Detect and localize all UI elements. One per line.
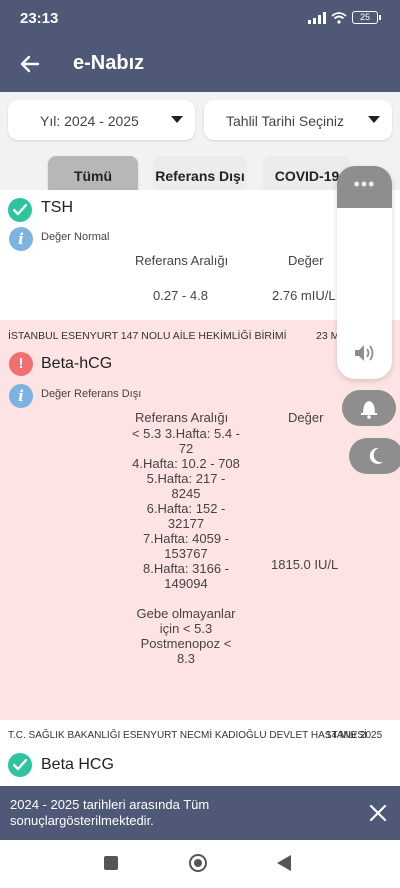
reference-line: için < 5.3 <box>159 621 213 636</box>
institution-name: T.C. SAĞLIK BAKANLIĞI ESENYURT NECMİ KAD… <box>8 730 367 741</box>
caret-down-icon <box>171 116 183 123</box>
reference-line <box>124 591 248 606</box>
ring-mode-button[interactable] <box>342 390 396 426</box>
reference-line: 32177 <box>167 516 205 531</box>
reference-line: Gebe olmayanlar <box>136 606 236 621</box>
status-icons: 25 <box>308 11 381 24</box>
status-text: Değer Normal <box>41 231 110 243</box>
reference-line: 8.Hafta: 3166 - <box>143 561 229 576</box>
result-value: 2.76 mIU/L <box>272 288 336 303</box>
page-title: e-Nabız <box>73 52 145 74</box>
reference-range: < 5.3 3.Hafta: 5.4 - 72 4.Hafta: 10.2 - … <box>124 426 248 666</box>
reference-line: 6.Hafta: 152 - <box>146 501 226 516</box>
value-header: Değer <box>288 253 324 268</box>
info-icon[interactable]: i <box>9 227 33 251</box>
reference-line: Postmenopoz < <box>140 636 232 651</box>
test-name: TSH <box>41 199 73 216</box>
reference-line: 153767 <box>164 546 208 561</box>
snackbar-message: 2024 - 2025 tarihleri arasında Tüm sonuç… <box>10 797 210 828</box>
result-date: 14 Mar 2025 <box>326 730 383 741</box>
status-text: Değer Referans Dışı <box>41 388 142 400</box>
wifi-icon <box>331 11 347 24</box>
warning-icon: ! <box>9 352 33 376</box>
test-name: Beta HCG <box>41 756 114 773</box>
test-name: Beta-hCG <box>41 355 113 372</box>
reference-line: 8245 <box>171 486 201 501</box>
status-time: 23:13 <box>20 10 59 27</box>
battery-icon: 25 <box>352 11 381 24</box>
caret-down-icon <box>368 116 380 123</box>
more-options-icon[interactable]: ••• <box>337 174 392 195</box>
volume-panel[interactable]: ••• <box>337 166 392 379</box>
reference-range: 0.27 - 4.8 <box>153 288 208 303</box>
reference-line: < 5.3 3.Hafta: 5.4 - <box>131 426 241 441</box>
back-button[interactable] <box>277 855 291 871</box>
result-card-beta-hcg[interactable]: İSTANBUL ESENYURT 147 NOLU AİLE HEKİMLİĞ… <box>0 320 400 720</box>
year-dropdown-label: Yıl: 2024 - 2025 <box>40 113 139 129</box>
system-nav-bar <box>0 840 400 888</box>
snackbar: 2024 - 2025 tarihleri arasında Tüm sonuç… <box>0 786 400 840</box>
reference-line: 8.3 <box>176 651 196 666</box>
recents-button[interactable] <box>104 856 118 870</box>
reference-line: 5.Hafta: 217 - <box>146 471 226 486</box>
test-date-dropdown-label: Tahlil Tarihi Seçiniz <box>226 113 345 129</box>
status-bar: 23:13 25 <box>0 0 400 36</box>
signal-icon <box>308 11 326 24</box>
result-card-beta-hcg-2[interactable]: T.C. SAĞLIK BAKANLIĞI ESENYURT NECMİ KAD… <box>0 720 400 786</box>
moon-icon <box>369 447 383 464</box>
reference-header: Referans Aralığı <box>135 410 229 425</box>
filter-bar: Yıl: 2024 - 2025 Tahlil Tarihi Seçiniz <box>0 92 400 150</box>
info-icon[interactable]: i <box>9 384 33 408</box>
back-arrow-icon[interactable] <box>16 50 44 78</box>
volume-panel-header[interactable]: ••• <box>337 166 392 208</box>
test-date-dropdown[interactable]: Tahlil Tarihi Seçiniz <box>204 100 392 140</box>
reference-header: Referans Aralığı <box>135 253 229 268</box>
volume-icon[interactable] <box>353 344 377 362</box>
do-not-disturb-button[interactable] <box>349 438 400 474</box>
app-bar: e-Nabız <box>0 36 400 92</box>
institution-name: İSTANBUL ESENYURT 147 NOLU AİLE HEKİMLİĞ… <box>8 330 287 342</box>
year-dropdown[interactable]: Yıl: 2024 - 2025 <box>8 100 195 140</box>
reference-line: 7.Hafta: 4059 - <box>143 531 229 546</box>
result-value: 1815.0 IU/L <box>271 557 339 572</box>
value-header: Değer <box>288 410 324 425</box>
check-icon <box>8 753 32 777</box>
home-button[interactable] <box>189 854 207 872</box>
reference-line: 149094 <box>164 576 208 591</box>
bell-icon <box>361 401 377 419</box>
result-date: 23 M <box>316 330 340 342</box>
reference-line: 4.Hafta: 10.2 - 708 <box>132 456 240 471</box>
close-icon[interactable] <box>368 803 388 823</box>
check-icon <box>8 198 32 222</box>
reference-line: 72 <box>178 441 194 456</box>
